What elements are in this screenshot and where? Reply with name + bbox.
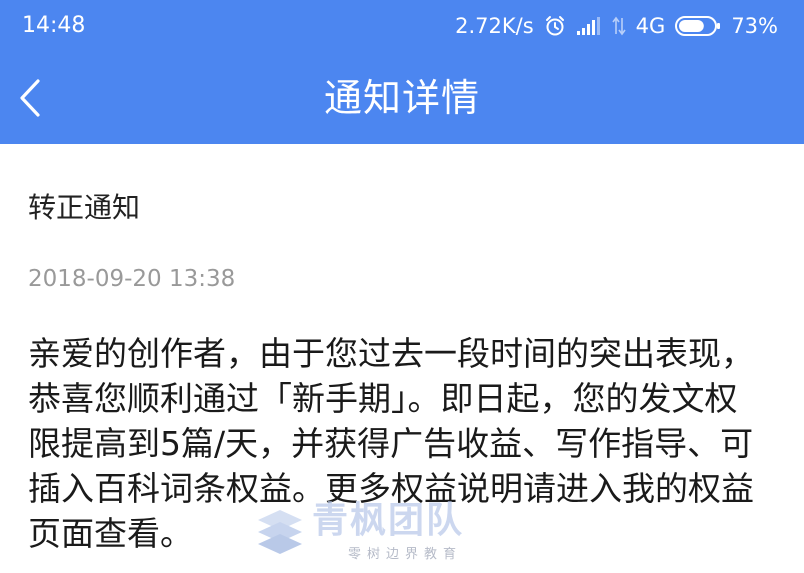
app-header: 14:48 2.72K/s 4G 73% 通知详情 bbox=[0, 0, 804, 144]
page-title: 通知详情 bbox=[323, 76, 480, 120]
signal-icon bbox=[576, 16, 602, 36]
notice-body: 亲爱的创作者，由于您过去一段时间的突出表现，恭喜您顺利通过「新手期」。即日起，您… bbox=[28, 334, 754, 553]
notice-title: 转正通知 bbox=[28, 191, 141, 224]
notification-detail-screen: 14:48 2.72K/s 4G 73% 通知详情 转正通知 2018-09-2… bbox=[0, 0, 804, 573]
battery-percentage: 73% bbox=[731, 14, 778, 38]
alarm-icon bbox=[544, 15, 566, 37]
battery-level-fill bbox=[679, 20, 705, 32]
data-arrows-icon bbox=[612, 16, 626, 36]
network-speed: 2.72K/s bbox=[455, 14, 534, 38]
status-bar: 14:48 2.72K/s 4G 73% bbox=[0, 0, 804, 52]
status-indicators: 2.72K/s 4G 73% bbox=[455, 12, 778, 40]
battery-icon bbox=[675, 15, 721, 37]
network-type: 4G bbox=[635, 14, 666, 38]
status-time: 14:48 bbox=[22, 13, 86, 38]
notice-date: 2018-09-20 13:38 bbox=[28, 266, 236, 292]
title-bar: 通知详情 bbox=[0, 52, 804, 144]
